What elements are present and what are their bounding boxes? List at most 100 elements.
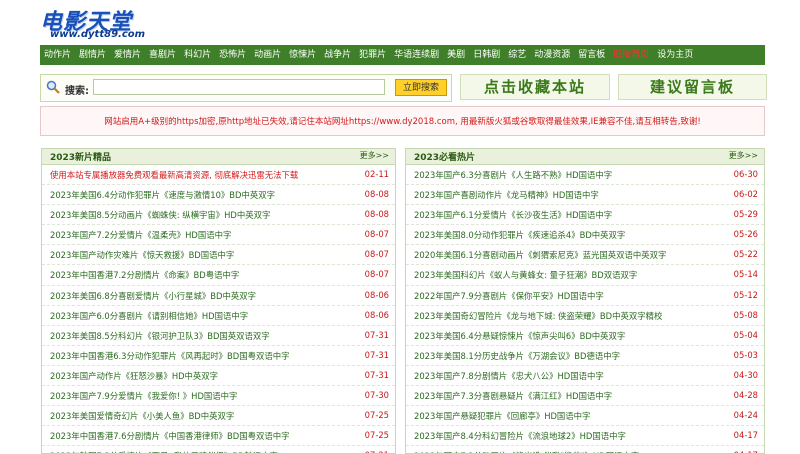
nav-item[interactable]: 综艺: [504, 45, 530, 65]
nav-item[interactable]: 爱情片: [110, 45, 145, 65]
movie-date: 08-08: [364, 209, 389, 220]
movie-list: 2023年国产6.3分喜剧片《人生路不熟》HD国语中字 06-30 2023年国产喜…: [406, 165, 764, 453]
movie-date: 06-02: [733, 189, 758, 200]
movie-date: 08-06: [364, 309, 389, 320]
nav-item[interactable]: 恐怖片: [215, 45, 250, 65]
nav-item[interactable]: 科幻片: [180, 45, 215, 65]
movie-link[interactable]: 2023年国产6.0分喜剧片《请别相信她》HD国语中字: [50, 310, 248, 322]
movie-link[interactable]: 2023年美国奇幻冒险片《龙与地下城: 侠盗荣耀》BD中英双字精校: [414, 310, 662, 322]
search-icon: [46, 80, 60, 94]
list-item: 2023年美国8.1分历史战争片《万湖会议》BD德语中字 05-03: [406, 346, 764, 366]
movie-date: 05-08: [733, 309, 758, 320]
movie-date: 04-28: [733, 390, 758, 401]
movie-list: 使用本站专属播放器免费观看最新高清资源, 彻底解决迅雷无法下载 02-11 2023…: [42, 165, 395, 453]
list-item: 2023年国产喜剧动作片《龙马精神》HD国语中字 06-02: [406, 185, 764, 206]
search-label: 搜索:: [65, 86, 89, 97]
search-bar: 搜索: 立即搜索 点击收藏本站 建议留言板: [40, 72, 767, 102]
movie-link[interactable]: 2023年国产6.1分爱情片《长沙夜生活》HD国语中字: [414, 209, 612, 221]
movie-link[interactable]: 2023年美国6.4分悬疑惊悚片《惊声尖叫6》BD中英双字: [414, 330, 625, 342]
movie-link[interactable]: 2023年国产7.3分喜剧悬疑片《满江红》HD国语中字: [414, 390, 612, 402]
movie-date: 07-25: [364, 410, 389, 421]
movie-link[interactable]: 2023年国产8.4分科幻冒险片《流浪地球2》HD国语中字: [414, 430, 626, 442]
movie-link[interactable]: 2023年美国8.5分科幻片《银河护卫队3》BD国英双语双字: [50, 330, 270, 342]
main-nav: 动作片 剧情片 爱情片 喜剧片 科幻片 恐怖片 动画片 惊悚片 战争片 犯罪片 华语连续剧 美剧 日韩剧…: [40, 45, 765, 65]
movie-link[interactable]: 2023年韩国7.3分爱情片《再见, 我的灵魂伴侣》BD韩语中字: [50, 450, 278, 453]
nav-item[interactable]: 留言板: [574, 45, 609, 65]
movie-date: 08-07: [364, 269, 389, 280]
add-favorite-button[interactable]: 点击收藏本站: [460, 74, 610, 100]
movie-link[interactable]: 2023年美国6.4分动作犯罪片《速度与激情10》BD中英双字: [50, 189, 275, 201]
movie-link[interactable]: 2023年美国8.0分动作犯罪片《疾速追杀4》BD中英双字: [414, 229, 625, 241]
movie-link[interactable]: 使用本站专属播放器免费观看最新高清资源, 彻底解决迅雷无法下载: [50, 169, 298, 181]
list-item: 2023年中国香港7.2分剧情片《命案》BD粤语中字 08-07: [42, 265, 395, 286]
movie-link[interactable]: 2023年美国8.1分历史战争片《万湖会议》BD德语中字: [414, 350, 620, 362]
movie-date: 08-07: [364, 249, 389, 260]
movie-link[interactable]: 2023年国产7.9分爱情片《我爱你! 》HD国语中字: [50, 390, 237, 402]
nav-item[interactable]: 喜剧片: [145, 45, 180, 65]
nav-item[interactable]: 剧情片: [75, 45, 110, 65]
more-link[interactable]: 更多>>: [360, 150, 389, 161]
list-item: 2023年中国香港6.3分动作犯罪片《风再起时》BD国粤双语中字 07-31: [42, 346, 395, 366]
site-logo[interactable]: 电影天堂 www.dytt89.com: [40, 4, 170, 42]
nav-item[interactable]: 动作片: [40, 45, 75, 65]
list-item: 2023年国产8.4分科幻冒险片《流浪地球2》HD国语中字 04-17: [406, 426, 764, 447]
movie-date: 07-21: [365, 450, 389, 453]
nav-item[interactable]: 动漫资源: [530, 45, 574, 65]
movie-date: 06-30: [733, 169, 758, 179]
movie-link[interactable]: 2023年中国香港6.3分动作犯罪片《风再起时》BD国粤双语中字: [50, 350, 289, 362]
nav-item[interactable]: 旧版首页: [609, 45, 653, 65]
movie-link[interactable]: 2023年国产动作片《狂怒沙暴》HD中英双字: [50, 370, 218, 382]
panel-title: 2023新片精品: [50, 153, 112, 163]
movie-link[interactable]: 2023年国产7.2分动画片《熊出没·伴我"熊芯"》HD国语中字: [414, 450, 639, 453]
list-item: 2023年美国6.8分喜剧爱情片《小行星城》BD中英双字 08-06: [42, 286, 395, 306]
list-item: 2023年美国8.5分科幻片《银河护卫队3》BD国英双语双字 07-31: [42, 326, 395, 346]
hot-movies-panel: 2023必看热片 更多>> 2023年国产6.3分喜剧片《人生路不熟》HD国语中…: [405, 148, 765, 454]
list-item: 2023年国产动作片《狂怒沙暴》HD中英双字 07-31: [42, 366, 395, 387]
site-notice: 网站启用A+级别的https加密,原http地址已失效,请记住本站网址https…: [40, 106, 765, 136]
list-item: 2023年国产6.3分喜剧片《人生路不熟》HD国语中字 06-30: [406, 165, 764, 186]
panel-title: 2023必看热片: [414, 153, 476, 163]
movie-link[interactable]: 2023年国产喜剧动作片《龙马精神》HD国语中字: [414, 189, 599, 201]
movie-date: 07-31: [364, 369, 389, 380]
nav-item[interactable]: 日韩剧: [469, 45, 504, 65]
movie-link[interactable]: 2023年美国6.8分喜剧爱情片《小行星城》BD中英双字: [50, 290, 256, 302]
list-item: 2023年美国科幻片《蚁人与黄蜂女: 量子狂潮》BD双语双字 05-14: [406, 265, 764, 286]
list-item: 2023年国产7.8分剧情片《忠犬八公》HD国语中字 04-30: [406, 366, 764, 387]
movie-link[interactable]: 2023年国产7.8分剧情片《忠犬八公》HD国语中字: [414, 370, 604, 382]
search-button[interactable]: 立即搜索: [395, 79, 447, 96]
movie-link[interactable]: 2023年中国香港7.6分剧情片《中国香港律师》BD国粤双语中字: [50, 430, 289, 442]
movie-date: 07-30: [364, 390, 389, 401]
nav-item[interactable]: 动画片: [250, 45, 285, 65]
search-input[interactable]: [93, 79, 385, 95]
movie-link[interactable]: 2023年中国香港7.2分剧情片《命案》BD粤语中字: [50, 269, 239, 281]
nav-item[interactable]: 美剧: [443, 45, 469, 65]
logo-url: www.dytt89.com: [50, 29, 146, 40]
more-link[interactable]: 更多>>: [729, 150, 758, 161]
list-item: 2023年国产7.9分爱情片《我爱你! 》HD国语中字 07-30: [42, 386, 395, 407]
list-item: 2023年韩国7.3分爱情片《再见, 我的灵魂伴侣》BD韩语中字 07-21: [42, 446, 395, 453]
movie-date: 05-12: [733, 289, 758, 300]
list-item: 2023年国产7.2分动画片《熊出没·伴我"熊芯"》HD国语中字 04-17: [406, 446, 764, 453]
list-item: 2023年美国8.0分动作犯罪片《疾速追杀4》BD中英双字 05-26: [406, 225, 764, 246]
movie-link[interactable]: 2023年美国8.5分动画片《蜘蛛侠: 纵横宇宙》HD中英双字: [50, 209, 270, 221]
panel-header: 2023必看热片 更多>>: [406, 149, 764, 165]
message-board-button[interactable]: 建议留言板: [618, 74, 767, 100]
nav-item[interactable]: 惊悚片: [285, 45, 320, 65]
movie-link[interactable]: 2023年国产7.2分爱情片《温柔壳》HD国语中字: [50, 229, 231, 241]
movie-link[interactable]: 2020年美国6.1分喜剧动画片《刺猬索尼克》蓝光国英双语中英双字: [414, 249, 666, 261]
list-item: 2023年国产6.1分爱情片《长沙夜生活》HD国语中字 05-29: [406, 205, 764, 226]
nav-item[interactable]: 设为主页: [653, 45, 697, 65]
movie-date: 05-04: [733, 329, 758, 340]
nav-item[interactable]: 战争片: [320, 45, 355, 65]
nav-item[interactable]: 华语连续剧: [390, 45, 443, 65]
movie-link[interactable]: 2023年美国爱情奇幻片《小美人鱼》BD中英双字: [50, 410, 234, 422]
list-item: 2023年国产动作灾难片《惊天救援》BD国语中字 08-07: [42, 245, 395, 266]
movie-link[interactable]: 2023年美国科幻片《蚁人与黄蜂女: 量子狂潮》BD双语双字: [414, 269, 637, 281]
movie-link[interactable]: 2023年国产6.3分喜剧片《人生路不熟》HD国语中字: [414, 169, 612, 181]
movie-link[interactable]: 2022年国产7.9分喜剧片《保你平安》HD国语中字: [414, 290, 604, 302]
movie-date: 04-30: [733, 369, 758, 380]
movie-link[interactable]: 2023年国产悬疑犯罪片《回廊亭》HD国语中字: [414, 410, 590, 422]
nav-item[interactable]: 犯罪片: [355, 45, 390, 65]
movie-link[interactable]: 2023年国产动作灾难片《惊天救援》BD国语中字: [50, 249, 234, 261]
movie-date: 07-31: [364, 349, 389, 360]
